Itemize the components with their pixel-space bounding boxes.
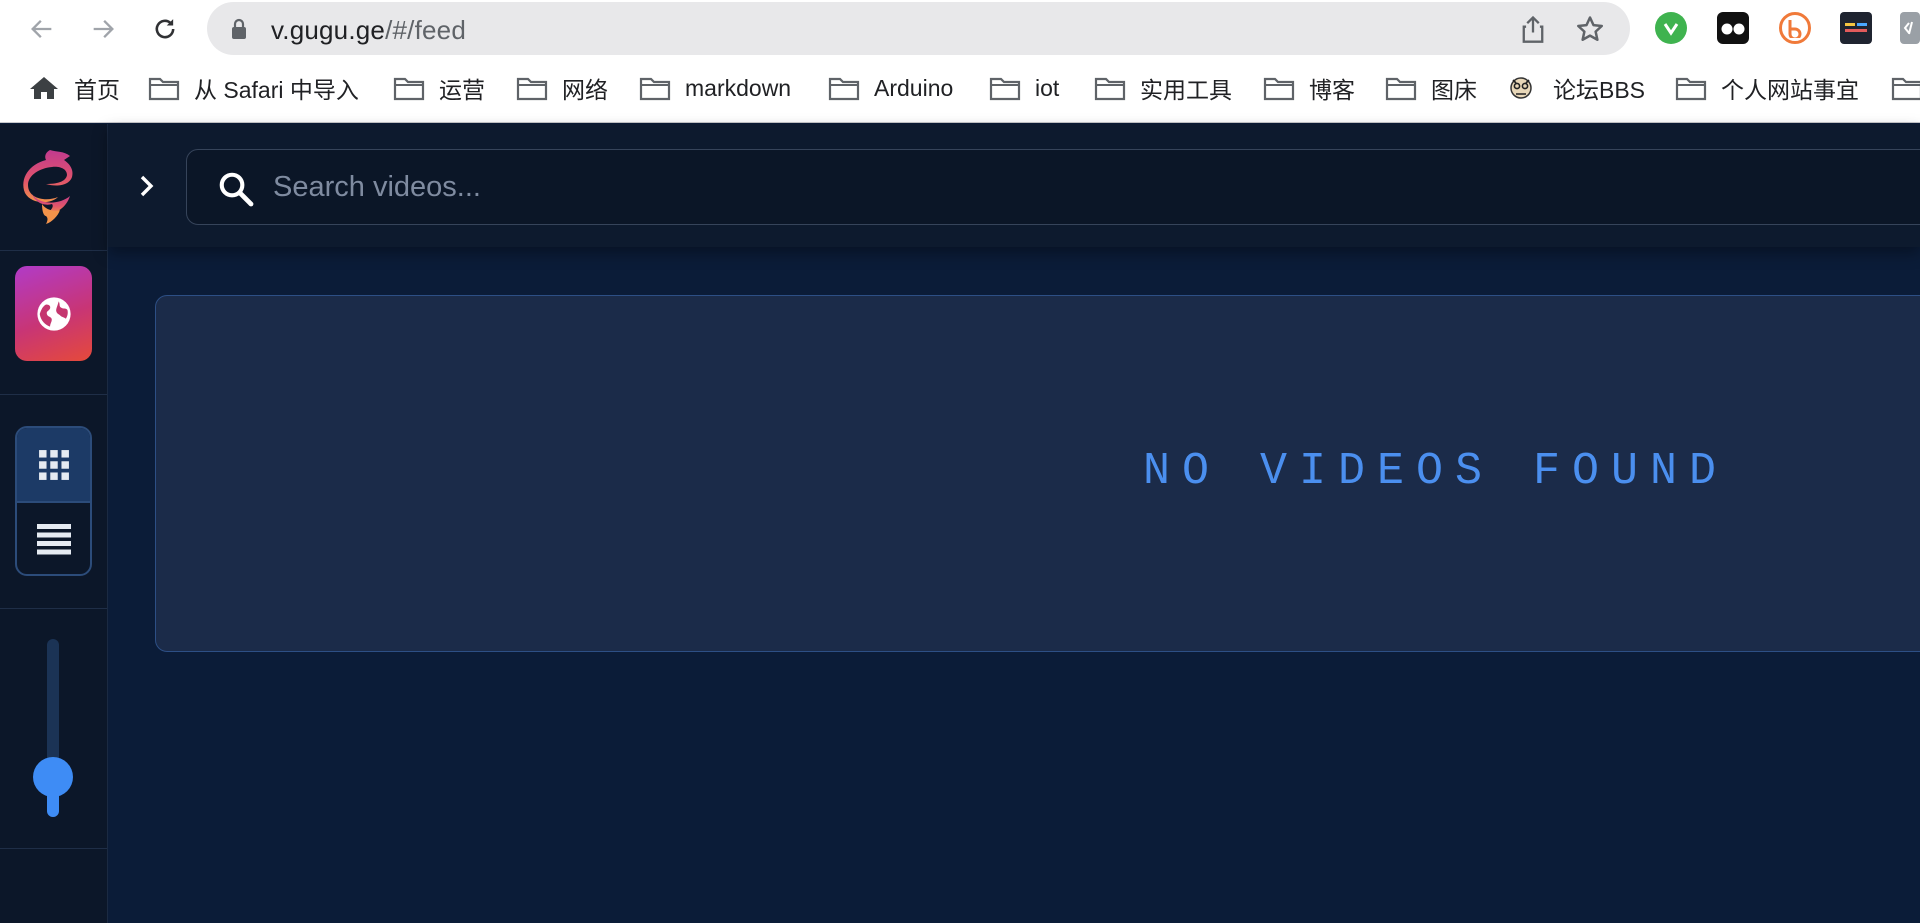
orange-b-ext-icon[interactable] <box>1779 12 1811 44</box>
folder-icon <box>1094 77 1126 101</box>
globe-button[interactable] <box>15 266 92 361</box>
video-app: NO VIDEOS FOUND <box>0 124 1920 923</box>
bookmark-label: iot <box>1035 74 1060 101</box>
bookmark-iot[interactable]: iot <box>989 71 1059 105</box>
search-icon <box>219 172 254 207</box>
folder-icon <box>1675 77 1707 101</box>
folder-icon <box>989 77 1021 101</box>
sidebar-divider <box>0 250 107 251</box>
glasses-ext-icon[interactable] <box>1717 12 1749 44</box>
folder-icon <box>828 77 860 101</box>
arrow-right-icon <box>93 20 114 38</box>
empty-state-message: NO VIDEOS FOUND <box>1143 446 1729 497</box>
list-view-button[interactable] <box>17 501 90 574</box>
share-icon[interactable] <box>1519 14 1547 44</box>
size-slider-thumb[interactable] <box>33 757 73 797</box>
folder-icon <box>639 77 671 101</box>
url-path: /#/feed <box>385 15 466 45</box>
bookmark-label: 个人网站事宜 <box>1721 77 1859 103</box>
address-bar[interactable]: v.gugu.ge/#/feed <box>207 2 1630 55</box>
bookmark-overflow[interactable] <box>1891 71 1920 105</box>
grid-icon <box>38 449 69 480</box>
bookmarks-bar: 首页 从 Safari 中导入 运营 网络 markdown Arduino i… <box>0 57 1920 123</box>
forward-button[interactable] <box>83 10 123 48</box>
bookmark-image-host[interactable]: 图床 <box>1385 71 1477 105</box>
bookmark-forum[interactable]: 论坛BBS <box>1507 71 1645 105</box>
dark-terminal-ext-icon[interactable] <box>1840 12 1872 44</box>
bookmark-markdown[interactable]: markdown <box>639 71 791 105</box>
folder-icon <box>148 77 180 101</box>
grid-view-button[interactable] <box>17 428 90 501</box>
bookmark-safari-import[interactable]: 从 Safari 中导入 <box>148 71 359 105</box>
bookmark-operations[interactable]: 运营 <box>393 71 485 105</box>
back-button[interactable] <box>22 10 62 48</box>
folder-icon <box>1891 77 1920 101</box>
search-bar <box>186 149 1920 225</box>
bookmark-network[interactable]: 网络 <box>516 71 608 105</box>
chevron-right-icon <box>140 175 154 197</box>
folder-icon <box>1385 77 1417 101</box>
view-mode-toggle <box>15 426 92 576</box>
lock-icon <box>232 18 246 39</box>
folder-icon <box>516 77 548 101</box>
arrow-left-icon <box>31 20 52 38</box>
folder-icon <box>393 77 425 101</box>
url-text[interactable]: v.gugu.ge/#/feed <box>271 15 466 46</box>
folder-icon <box>1263 77 1295 101</box>
code-ext-icon[interactable] <box>1900 12 1920 44</box>
bookmark-label: 运营 <box>439 77 485 103</box>
bookmark-label: 图床 <box>1431 77 1477 103</box>
bookmark-label: Arduino <box>874 74 954 101</box>
bookmark-tools[interactable]: 实用工具 <box>1094 71 1232 105</box>
home-icon <box>30 77 58 99</box>
bookmark-home[interactable]: 首页 <box>28 71 120 105</box>
reload-icon <box>155 19 175 39</box>
bookmark-label: 从 Safari 中导入 <box>194 77 359 103</box>
bookmark-label: 博客 <box>1309 77 1355 103</box>
dragon-logo-icon[interactable] <box>18 146 88 226</box>
bookmark-label: 首页 <box>74 77 120 103</box>
bookmark-label: 论坛BBS <box>1553 77 1646 103</box>
bookmark-personal-site[interactable]: 个人网站事宜 <box>1675 71 1859 105</box>
avatar-favicon-icon <box>1510 77 1532 99</box>
list-icon <box>36 523 71 554</box>
reload-button[interactable] <box>145 10 185 48</box>
green-ext-icon[interactable] <box>1655 12 1687 44</box>
sidebar-divider <box>0 394 107 395</box>
bookmark-blog[interactable]: 博客 <box>1263 71 1355 105</box>
url-host: v.gugu.ge <box>271 15 386 45</box>
star-icon[interactable] <box>1575 14 1605 44</box>
top-bar <box>108 124 1920 247</box>
search-input[interactable] <box>273 162 1773 212</box>
sidebar-divider <box>0 608 107 609</box>
browser-toolbar: v.gugu.ge/#/feed <box>0 0 1920 57</box>
sidebar-divider <box>0 848 107 849</box>
bookmark-label: markdown <box>685 74 792 101</box>
bookmark-label: 实用工具 <box>1140 77 1232 103</box>
bookmark-label: 网络 <box>562 77 608 103</box>
expand-sidebar-button[interactable] <box>132 170 162 202</box>
sidebar <box>0 124 108 923</box>
empty-state-panel: NO VIDEOS FOUND <box>155 295 1920 652</box>
globe-icon <box>36 296 71 331</box>
bookmark-arduino[interactable]: Arduino <box>828 71 953 105</box>
